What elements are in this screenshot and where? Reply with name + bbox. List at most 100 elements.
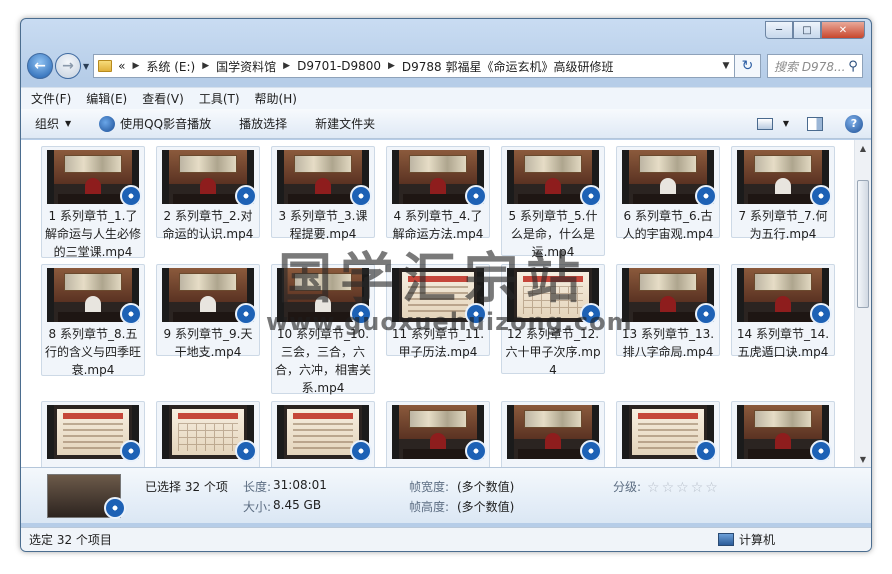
video-reel-icon <box>465 440 487 462</box>
star-icon[interactable]: ☆ <box>676 480 689 496</box>
address-bar[interactable]: « ▶ 系统 (E:) ▶ 国学资料馆 ▶ D9701-D9800 ▶ D978… <box>93 54 735 78</box>
star-icon[interactable]: ☆ <box>647 480 660 496</box>
file-name: 9 系列章节_9.天干地支.mp4 <box>163 327 253 359</box>
file-name: 11 系列章节_11.甲子历法.mp4 <box>391 327 485 359</box>
view-dropdown-icon[interactable]: ▼ <box>783 119 789 128</box>
video-reel-icon <box>695 440 717 462</box>
file-item[interactable]: 14 系列章节_14.五虎遁口诀.mp4 <box>731 264 835 359</box>
video-reel-icon <box>810 185 832 207</box>
file-item[interactable]: 4 系列章节_4.了解命运方法.mp4 <box>386 146 490 241</box>
file-item[interactable]: 12 系列章节_12.六十甲子次序.mp4 <box>501 264 605 377</box>
video-reel-icon <box>120 303 142 325</box>
breadcrumb-item-range[interactable]: D9701-D9800 <box>297 59 381 73</box>
chevron-right-icon[interactable]: ▶ <box>388 61 395 71</box>
chevron-right-icon[interactable]: ▶ <box>202 61 209 71</box>
scroll-down-icon[interactable]: ▼ <box>855 451 871 467</box>
star-icon[interactable]: ☆ <box>662 480 675 496</box>
arrow-right-icon: → <box>62 58 74 74</box>
scroll-up-icon[interactable]: ▲ <box>855 140 871 156</box>
vertical-scrollbar[interactable]: ▲ ▼ <box>854 140 871 467</box>
length-value: 31:08:01 <box>273 478 327 492</box>
rating-stars[interactable]: ☆ ☆ ☆ ☆ ☆ <box>647 480 720 496</box>
status-location-text: 计算机 <box>738 533 775 547</box>
refresh-button[interactable]: ↻ <box>735 54 761 78</box>
star-icon[interactable]: ☆ <box>691 480 704 496</box>
close-button[interactable]: ✕ <box>821 21 865 39</box>
frame-width-value: (多个数值) <box>457 480 515 494</box>
back-button[interactable]: ← <box>27 53 53 79</box>
file-item[interactable]: 10 系列章节_10.三会，三合，六合，六冲，相害关系.mp4 <box>271 264 375 395</box>
video-reel-icon <box>465 185 487 207</box>
file-name: 7 系列章节_7.何为五行.mp4 <box>738 209 828 241</box>
maximize-button[interactable]: □ <box>793 21 821 39</box>
file-item[interactable]: 6 系列章节_6.古人的宇宙观.mp4 <box>616 146 720 241</box>
play-selection-button[interactable]: 播放选择 <box>239 115 287 132</box>
file-item[interactable]: 9 系列章节_9.天干地支.mp4 <box>156 264 260 359</box>
breadcrumb-overflow[interactable]: « <box>118 59 125 73</box>
search-icon[interactable]: ⚲ <box>844 59 862 74</box>
details-pane: 已选择 32 个项 长度: 31:08:01 大小: 8.45 GB 帧宽度: … <box>21 467 871 523</box>
star-icon[interactable]: ☆ <box>705 480 718 496</box>
file-item[interactable] <box>41 401 145 467</box>
file-name: 4 系列章节_4.了解命运方法.mp4 <box>392 209 484 241</box>
file-item[interactable]: 5 系列章节_5.什么是命，什么是运.mp4 <box>501 146 605 259</box>
organize-button[interactable]: 组织 ▼ <box>35 115 71 132</box>
recent-pages-dropdown[interactable]: ▼ <box>83 62 89 71</box>
menu-file[interactable]: 文件(F) <box>31 90 71 107</box>
status-bar: 选定 32 个项目 计算机 <box>21 527 871 551</box>
file-item[interactable] <box>386 401 490 467</box>
file-item[interactable] <box>501 401 605 467</box>
help-icon[interactable]: ? <box>845 114 863 133</box>
video-reel-icon <box>235 185 257 207</box>
file-item[interactable] <box>271 401 375 467</box>
video-reel-icon <box>810 440 832 462</box>
video-reel-icon <box>580 185 602 207</box>
file-item[interactable]: 7 系列章节_7.何为五行.mp4 <box>731 146 835 241</box>
file-item[interactable]: 8 系列章节_8.五行的含义与四季旺衰.mp4 <box>41 264 145 377</box>
search-placeholder: 搜索 D978... <box>774 59 844 74</box>
organize-label: 组织 <box>35 117 60 131</box>
video-reel-icon <box>580 303 602 325</box>
file-name: 14 系列章节_14.五虎遁口诀.mp4 <box>736 327 830 359</box>
breadcrumb-item-drive[interactable]: 系统 (E:) <box>146 58 195 75</box>
search-input[interactable]: 搜索 D978... ⚲ <box>767 54 863 78</box>
chevron-right-icon[interactable]: ▶ <box>283 61 290 71</box>
menu-tools[interactable]: 工具(T) <box>199 90 240 107</box>
menu-edit[interactable]: 编辑(E) <box>86 90 127 107</box>
menu-view[interactable]: 查看(V) <box>142 90 184 107</box>
minimize-button[interactable]: ─ <box>765 21 793 39</box>
video-reel-icon <box>235 440 257 462</box>
file-name: 12 系列章节_12.六十甲子次序.mp4 <box>505 327 601 377</box>
file-item[interactable]: 2 系列章节_2.对命运的认识.mp4 <box>156 146 260 241</box>
file-item[interactable]: 1 系列章节_1.了解命运与人生必修的三堂课.mp4 <box>41 146 145 259</box>
file-item[interactable] <box>616 401 720 467</box>
file-item[interactable] <box>156 401 260 467</box>
file-name: 8 系列章节_8.五行的含义与四季旺衰.mp4 <box>45 327 142 377</box>
preview-pane-icon[interactable] <box>807 116 823 131</box>
video-reel-icon <box>120 440 142 462</box>
frame-height-label: 帧高度: <box>409 500 450 514</box>
file-name: 13 系列章节_13.排八字命局.mp4 <box>621 327 715 359</box>
file-name: 5 系列章节_5.什么是命，什么是运.mp4 <box>508 209 598 259</box>
address-dropdown-icon[interactable]: ▼ <box>718 61 734 71</box>
frame-width-label: 帧宽度: <box>409 480 450 494</box>
chevron-right-icon[interactable]: ▶ <box>133 61 140 71</box>
scrollbar-thumb[interactable] <box>857 180 869 308</box>
explorer-window: ─ □ ✕ ← → ▼ « ▶ 系统 (E:) ▶ 国学资料馆 ▶ D9701-… <box>20 18 872 552</box>
forward-button[interactable]: → <box>55 53 81 79</box>
new-folder-label: 新建文件夹 <box>315 117 376 131</box>
computer-icon <box>717 533 734 546</box>
file-item[interactable]: 3 系列章节_3.课程提要.mp4 <box>271 146 375 241</box>
menu-help[interactable]: 帮助(H) <box>255 90 297 107</box>
file-item[interactable]: 13 系列章节_13.排八字命局.mp4 <box>616 264 720 359</box>
change-view-icon[interactable] <box>756 117 773 130</box>
video-reel-icon <box>350 440 372 462</box>
play-with-qq-button[interactable]: 使用QQ影音播放 <box>99 115 211 132</box>
breadcrumb-item-current[interactable]: D9788 郭福星《命运玄机》高级研修班 <box>402 58 614 75</box>
file-item[interactable] <box>731 401 835 467</box>
length-label: 长度: <box>243 480 272 494</box>
new-folder-button[interactable]: 新建文件夹 <box>315 115 375 132</box>
video-reel-icon <box>235 303 257 325</box>
file-item[interactable]: 11 系列章节_11.甲子历法.mp4 <box>386 264 490 359</box>
breadcrumb-item-library[interactable]: 国学资料馆 <box>216 58 276 75</box>
